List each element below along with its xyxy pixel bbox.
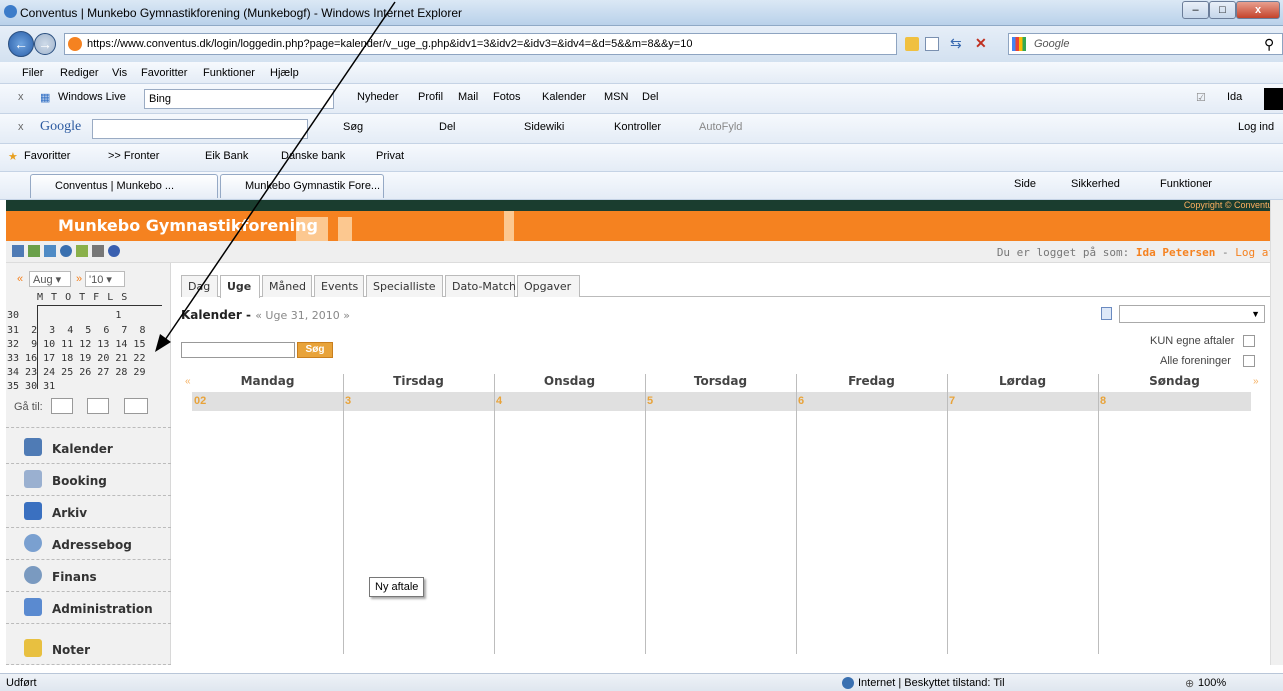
zone-text[interactable]: Internet | Beskyttet tilstand: Til (858, 677, 1005, 689)
status-bar: Udført Internet | Beskyttet tilstand: Ti… (0, 673, 1283, 691)
arrow-line (164, 1, 396, 341)
status-text: Udført (6, 677, 37, 689)
zoom-level[interactable]: 100% (1198, 677, 1226, 689)
annotation-arrow (155, 1, 396, 352)
arrow-head (155, 334, 171, 352)
globe-icon (842, 677, 854, 689)
zoom-icon[interactable]: ⊕ (1185, 677, 1194, 690)
